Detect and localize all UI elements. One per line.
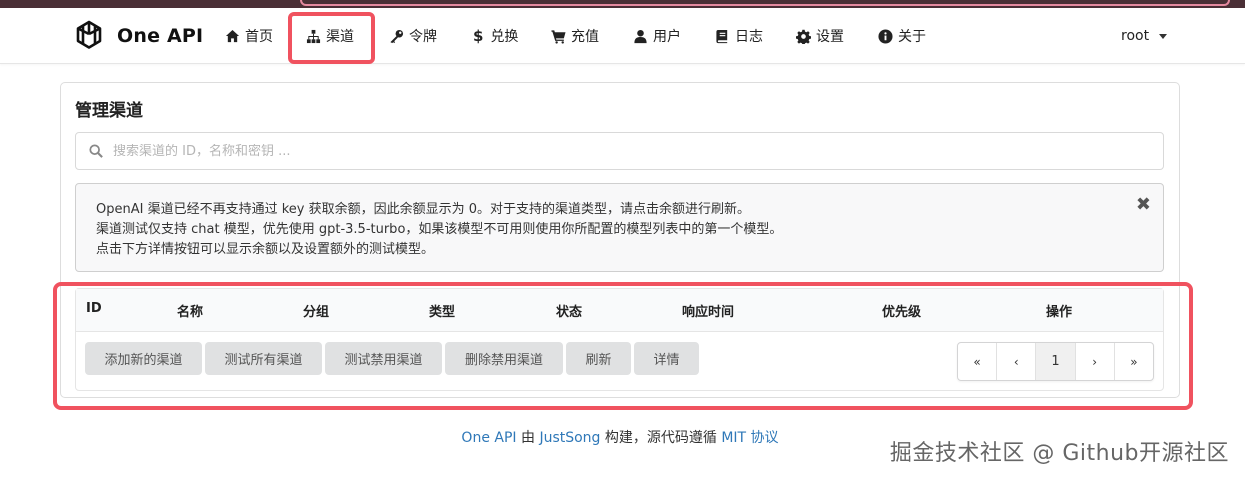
page-title: 管理渠道 — [75, 101, 143, 121]
notice-line-2: 渠道测试仅支持 chat 模型，优先使用 gpt-3.5-turbo，如果该模型… — [96, 222, 783, 237]
nav-item-settings[interactable]: 设置 — [796, 25, 844, 47]
user-icon — [634, 29, 647, 43]
nav-label-users: 用户 — [653, 29, 681, 45]
nav-item-home[interactable]: 首页 — [225, 25, 273, 47]
table-highlight — [53, 282, 1193, 410]
watermark: 掘金技术社区 @ Github开源社区 — [889, 441, 1229, 466]
search-input[interactable] — [113, 143, 1013, 159]
nav-item-tokens[interactable]: 令牌 — [389, 25, 437, 47]
search-icon — [89, 144, 103, 158]
nav-label-about: 关于 — [898, 29, 926, 45]
notice-line-3: 点击下方详情按钮可以显示余额以及设置额外的测试模型。 — [96, 242, 435, 257]
close-icon[interactable]: ✖ — [1136, 194, 1151, 215]
nav-item-topup[interactable]: 充值 — [551, 25, 599, 47]
user-menu[interactable]: root — [1121, 28, 1168, 44]
nav-item-about[interactable]: 关于 — [878, 25, 926, 47]
brand[interactable]: One API — [72, 19, 203, 53]
nav-item-logs[interactable]: 日志 — [715, 25, 763, 47]
info-notice: OpenAI 渠道已经不再支持通过 key 获取余额，因此余额显示为 0。对于支… — [75, 183, 1164, 272]
footer-text: 构建，源代码遵循 — [604, 430, 717, 446]
nav-item-redeem[interactable]: $ 兑换 — [473, 25, 518, 47]
cart-icon — [551, 29, 566, 44]
brand-name: One API — [117, 25, 204, 47]
top-navbar: One API 首页 渠道 令牌 $ 兑换 充值 用户 日志 设置 关于 roo… — [0, 8, 1245, 64]
browser-top-strip — [0, 0, 1245, 8]
book-icon — [716, 29, 728, 43]
footer-by: 由 — [520, 430, 535, 446]
nav-label-topup: 充值 — [571, 29, 599, 45]
channels-nav-highlight — [288, 12, 375, 64]
username: root — [1121, 28, 1150, 44]
notice-line-1: OpenAI 渠道已经不再支持通过 key 获取余额，因此余额显示为 0。对于支… — [96, 202, 751, 217]
nav-label-redeem: 兑换 — [490, 29, 519, 45]
nav-label-home: 首页 — [245, 29, 273, 45]
openai-logo-icon — [76, 20, 102, 49]
home-icon — [225, 29, 240, 42]
top-strip-outline — [300, 0, 1230, 6]
footer-app-link[interactable]: One API — [461, 430, 516, 446]
nav-label-settings: 设置 — [816, 29, 844, 45]
caret-down-icon — [1159, 33, 1168, 39]
info-icon — [878, 28, 893, 44]
footer-author-link[interactable]: JustSong — [539, 430, 600, 446]
key-icon — [390, 29, 404, 43]
dollar-icon: $ — [473, 27, 484, 45]
nav-item-users[interactable]: 用户 — [633, 25, 681, 47]
nav-label-tokens: 令牌 — [409, 29, 437, 45]
gear-icon — [796, 29, 811, 44]
search-box[interactable] — [75, 132, 1164, 170]
footer-license-link[interactable]: MIT 协议 — [721, 430, 778, 446]
nav-label-logs: 日志 — [735, 29, 763, 45]
